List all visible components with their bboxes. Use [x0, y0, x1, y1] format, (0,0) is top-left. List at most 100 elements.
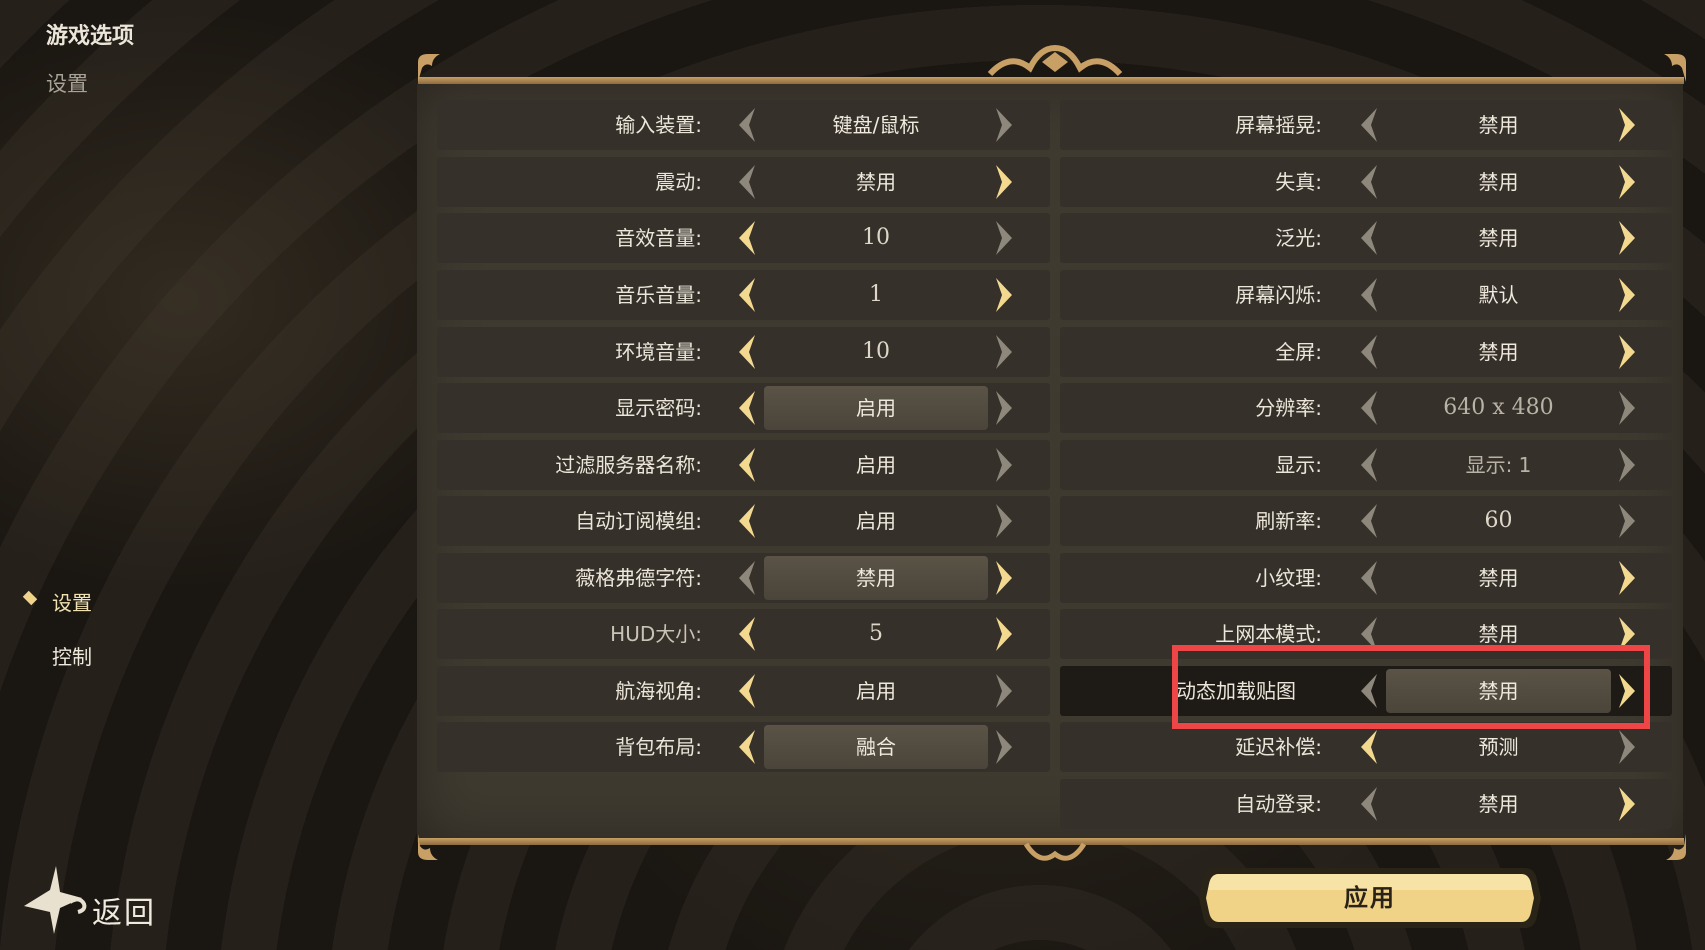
setting-value: 10 — [862, 225, 890, 250]
chevron-right-icon[interactable] — [1615, 163, 1641, 201]
chevron-left-icon[interactable] — [733, 559, 759, 597]
back-arrow-icon — [24, 866, 87, 934]
chevron-left-icon[interactable] — [733, 163, 759, 201]
chevron-left-icon[interactable] — [733, 219, 759, 257]
chevron-right-icon[interactable] — [992, 219, 1018, 257]
setting-label: 航海视角: — [615, 679, 702, 703]
chevron-right-icon[interactable] — [1615, 276, 1641, 314]
setting-row-auto-login: 自动登录: 禁用 — [1060, 779, 1672, 829]
setting-row-fullscreen: 全屏: 禁用 — [1060, 327, 1672, 377]
chevron-left-icon[interactable] — [1355, 389, 1381, 427]
setting-row-sfx-volume: 音效音量: 10 — [437, 213, 1050, 263]
setting-row-filter-server-names: 过滤服务器名称: 启用 — [437, 440, 1050, 490]
setting-value: 禁用 — [1386, 669, 1611, 713]
setting-value: 640 x 480 — [1443, 395, 1554, 420]
chevron-right-icon[interactable] — [1615, 502, 1641, 540]
chevron-right-icon[interactable] — [992, 502, 1018, 540]
chevron-left-icon[interactable] — [1355, 728, 1381, 766]
chevron-right-icon[interactable] — [992, 559, 1018, 597]
setting-label: 显示密码: — [615, 396, 702, 420]
chevron-right-icon[interactable] — [1615, 615, 1641, 653]
chevron-right-icon[interactable] — [992, 446, 1018, 484]
chevron-left-icon[interactable] — [1355, 785, 1381, 823]
nav-item-controls[interactable]: 控制 — [52, 641, 92, 670]
chevron-right-icon[interactable] — [992, 276, 1018, 314]
chevron-left-icon[interactable] — [733, 728, 759, 766]
setting-label: 自动登录: — [1235, 792, 1322, 816]
setting-value: 禁用 — [1478, 340, 1519, 364]
setting-value: 预测 — [1478, 735, 1519, 759]
setting-row-vibration: 震动: 禁用 — [437, 157, 1050, 207]
setting-value: 启用 — [856, 679, 896, 703]
setting-value: 键盘/鼠标 — [832, 113, 920, 137]
chevron-left-icon[interactable] — [1355, 502, 1381, 540]
chevron-right-icon[interactable] — [992, 728, 1018, 766]
chevron-left-icon[interactable] — [1355, 559, 1381, 597]
chevron-right-icon[interactable] — [1615, 389, 1641, 427]
chevron-left-icon[interactable] — [1355, 615, 1381, 653]
apply-button[interactable]: 应用 — [1197, 864, 1543, 932]
nav-item-settings[interactable]: 设置 — [52, 587, 92, 616]
chevron-left-icon[interactable] — [733, 389, 759, 427]
chevron-right-icon[interactable] — [992, 672, 1018, 710]
chevron-left-icon[interactable] — [733, 333, 759, 371]
ornament-bottom-icon — [1023, 842, 1087, 861]
chevron-left-icon[interactable] — [733, 502, 759, 540]
setting-row-display: 显示: 显示: 1 — [1060, 440, 1672, 490]
setting-label: 延迟补偿: — [1235, 735, 1322, 759]
setting-label: 动态加载贴图 — [1176, 679, 1296, 703]
setting-value: 启用 — [856, 453, 896, 477]
chevron-right-icon[interactable] — [992, 333, 1018, 371]
chevron-left-icon[interactable] — [733, 615, 759, 653]
setting-label: 小纹理: — [1255, 566, 1322, 590]
chevron-right-icon[interactable] — [1615, 672, 1641, 710]
chevron-right-icon[interactable] — [992, 163, 1018, 201]
chevron-left-icon[interactable] — [1355, 446, 1381, 484]
chevron-right-icon[interactable] — [1615, 333, 1641, 371]
setting-label: 屏幕闪烁: — [1235, 283, 1322, 307]
setting-value: 启用 — [856, 509, 896, 533]
apply-label: 应用 — [1344, 884, 1396, 912]
setting-value: 禁用 — [764, 556, 988, 600]
setting-value: 禁用 — [856, 170, 896, 194]
chevron-left-icon[interactable] — [1355, 672, 1381, 710]
ornament-top-icon — [987, 44, 1123, 77]
chevron-left-icon[interactable] — [733, 276, 759, 314]
chevron-right-icon[interactable] — [1615, 728, 1641, 766]
chevron-left-icon[interactable] — [733, 106, 759, 144]
setting-label: 分辨率: — [1255, 396, 1322, 420]
setting-label: 薇格弗德字符: — [575, 566, 702, 590]
setting-label: 背包布局: — [615, 735, 702, 759]
chevron-left-icon[interactable] — [1355, 106, 1381, 144]
setting-row-wigfrid-font: 薇格弗德字符: 禁用 — [437, 553, 1050, 603]
chevron-right-icon[interactable] — [992, 389, 1018, 427]
chevron-right-icon[interactable] — [1615, 219, 1641, 257]
chevron-right-icon[interactable] — [1615, 785, 1641, 823]
setting-label: 音乐音量: — [615, 283, 702, 307]
setting-row-dynamic-texture-loading: 动态加载贴图 禁用 — [1060, 666, 1672, 716]
setting-label: 泛光: — [1275, 226, 1322, 250]
chevron-right-icon[interactable] — [1615, 446, 1641, 484]
ornament-corner-icon — [1666, 834, 1686, 860]
chevron-right-icon[interactable] — [992, 615, 1018, 653]
chevron-left-icon[interactable] — [733, 672, 759, 710]
chevron-right-icon[interactable] — [1615, 559, 1641, 597]
setting-value: 启用 — [764, 386, 988, 430]
chevron-left-icon[interactable] — [733, 446, 759, 484]
setting-row-music-volume: 音乐音量: 1 — [437, 270, 1050, 320]
setting-row-boat-camera: 航海视角: 启用 — [437, 666, 1050, 716]
setting-value: 默认 — [1478, 283, 1519, 307]
chevron-left-icon[interactable] — [1355, 219, 1381, 257]
setting-value: 禁用 — [1478, 792, 1519, 816]
setting-label: 音效音量: — [615, 226, 702, 250]
setting-value: 显示: 1 — [1465, 453, 1532, 477]
chevron-right-icon[interactable] — [992, 106, 1018, 144]
chevron-left-icon[interactable] — [1355, 276, 1381, 314]
chevron-left-icon[interactable] — [1355, 163, 1381, 201]
chevron-right-icon[interactable] — [1615, 106, 1641, 144]
chevron-left-icon[interactable] — [1355, 333, 1381, 371]
setting-row-show-password: 显示密码: 启用 — [437, 383, 1050, 433]
back-button[interactable]: 返回 — [20, 862, 170, 942]
setting-value: 5 — [869, 621, 883, 646]
setting-row-ambient-volume: 环境音量: 10 — [437, 327, 1050, 377]
